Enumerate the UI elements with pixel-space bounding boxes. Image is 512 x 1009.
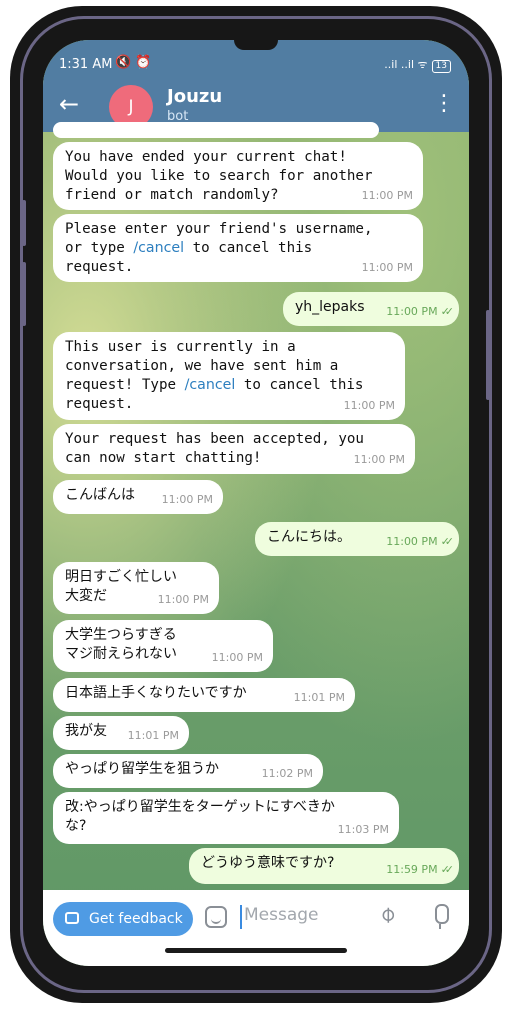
message-text: Your request has been accepted, you can … <box>65 431 364 466</box>
battery-icon: 13 <box>431 60 451 73</box>
feedback-icon <box>65 912 79 924</box>
attach-icon[interactable]: ⌀ <box>374 901 401 928</box>
message-time: 11:00 PM <box>211 651 263 664</box>
volume-button <box>22 200 26 246</box>
message-time: 11:00 PM <box>161 493 213 506</box>
signal-wifi-icon: ..il ..il ᯤ <box>384 58 428 71</box>
double-check-icon: ✓✓ <box>440 535 455 548</box>
message-bubble[interactable]: 改:やっぱり留学生をターゲットにすべきか な? 11:03 PM <box>53 792 399 844</box>
message-bubble[interactable]: You have ended your current chat! Would … <box>53 142 423 210</box>
status-time: 1:31 AM <box>59 57 113 72</box>
message-bubble[interactable]: This user is currently in a conversation… <box>53 332 405 420</box>
message-time: 11:00 PM ✓✓ <box>386 535 455 548</box>
message-text: You have ended your current chat! Would … <box>65 149 373 203</box>
message-text: Please enter your friend's username, or … <box>65 221 373 275</box>
get-feedback-label: Get feedback <box>89 911 183 927</box>
double-check-icon: ✓✓ <box>440 305 455 318</box>
status-icons: 🔇 ⏰ <box>115 55 152 70</box>
message-text: yh_lepaks <box>295 299 365 315</box>
message-bubble-outgoing[interactable]: yh_lepaks 11:00 PM ✓✓ <box>283 292 459 326</box>
message-bubble-outgoing[interactable]: こんにちは。 11:00 PM ✓✓ <box>255 522 459 556</box>
volume-button <box>22 262 26 326</box>
message-text: こんばんは <box>65 487 135 503</box>
message-bubble-outgoing[interactable]: どうゆう意味ですか? 11:59 PM ✓✓ <box>189 848 459 884</box>
message-bubble[interactable]: こんばんは 11:00 PM <box>53 480 223 514</box>
message-time: 11:00 PM <box>361 189 413 202</box>
message-bubble[interactable]: 明日すごく忙しい 大変だ 11:00 PM <box>53 562 219 614</box>
message-text: 我が友 <box>65 723 107 739</box>
message-bubble[interactable]: 大学生つらすぎる マジ耐えられない 11:00 PM <box>53 620 273 672</box>
get-feedback-button[interactable]: Get feedback <box>53 902 193 936</box>
message-bubble[interactable]: Please enter your friend's username, or … <box>53 214 423 282</box>
text-cursor <box>240 905 242 929</box>
cancel-command-link[interactable]: /cancel <box>185 377 236 393</box>
message-time: 11:00 PM ✓✓ <box>386 305 455 318</box>
message-text: 日本語上手くなりたいですか <box>65 685 247 701</box>
message-bubble[interactable]: 日本語上手くなりたいですか 11:01 PM <box>53 678 355 712</box>
sticker-icon[interactable] <box>205 906 227 928</box>
message-bubble[interactable]: Your request has been accepted, you can … <box>53 424 415 474</box>
message-time: 11:00 PM <box>343 399 395 412</box>
message-list[interactable]: You have ended your current chat! Would … <box>43 122 469 890</box>
back-arrow-icon[interactable]: ← <box>59 90 79 118</box>
message-time: 11:59 PM ✓✓ <box>386 863 455 876</box>
message-text: 大学生つらすぎる マジ耐えられない <box>65 627 177 662</box>
message-bubble[interactable]: やっぱり留学生を狙うか 11:02 PM <box>53 754 323 788</box>
message-text: やっぱり留学生を狙うか <box>65 761 219 777</box>
message-time: 11:00 PM <box>353 453 405 466</box>
chat-title[interactable]: Jouzu <box>167 86 222 107</box>
home-indicator <box>165 948 347 953</box>
power-button <box>486 310 490 400</box>
signal-icons: ..il ..il ᯤ 13 <box>384 57 451 73</box>
message-time: 11:01 PM <box>127 729 179 742</box>
message-input[interactable]: Message <box>244 905 319 925</box>
message-time: 11:00 PM <box>157 593 209 606</box>
message-time: 11:03 PM <box>337 823 389 836</box>
message-text: 改:やっぱり留学生をターゲットにすべきか な? <box>65 799 335 834</box>
message-text: どうゆう意味ですか? <box>201 855 335 871</box>
double-check-icon: ✓✓ <box>440 863 455 876</box>
message-time: 11:00 PM <box>361 261 413 274</box>
screen: 1:31 AM 🔇 ⏰ ..il ..il ᯤ 13 ← J Jouzu bot … <box>43 40 469 966</box>
message-time: 11:01 PM <box>293 691 345 704</box>
message-text: こんにちは。 <box>267 529 351 545</box>
more-menu-icon[interactable]: ⋮ <box>433 92 455 116</box>
message-time: 11:02 PM <box>261 767 313 780</box>
message-text: This user is currently in a conversation… <box>65 339 363 412</box>
microphone-icon[interactable] <box>435 904 449 929</box>
camera-notch <box>234 40 278 50</box>
cancel-command-link[interactable]: /cancel <box>133 240 184 256</box>
message-bubble[interactable]: 我が友 11:01 PM <box>53 716 189 750</box>
message-bubble-partial <box>53 122 379 138</box>
composer-bar: Get feedback Message ⌀ <box>43 890 469 966</box>
